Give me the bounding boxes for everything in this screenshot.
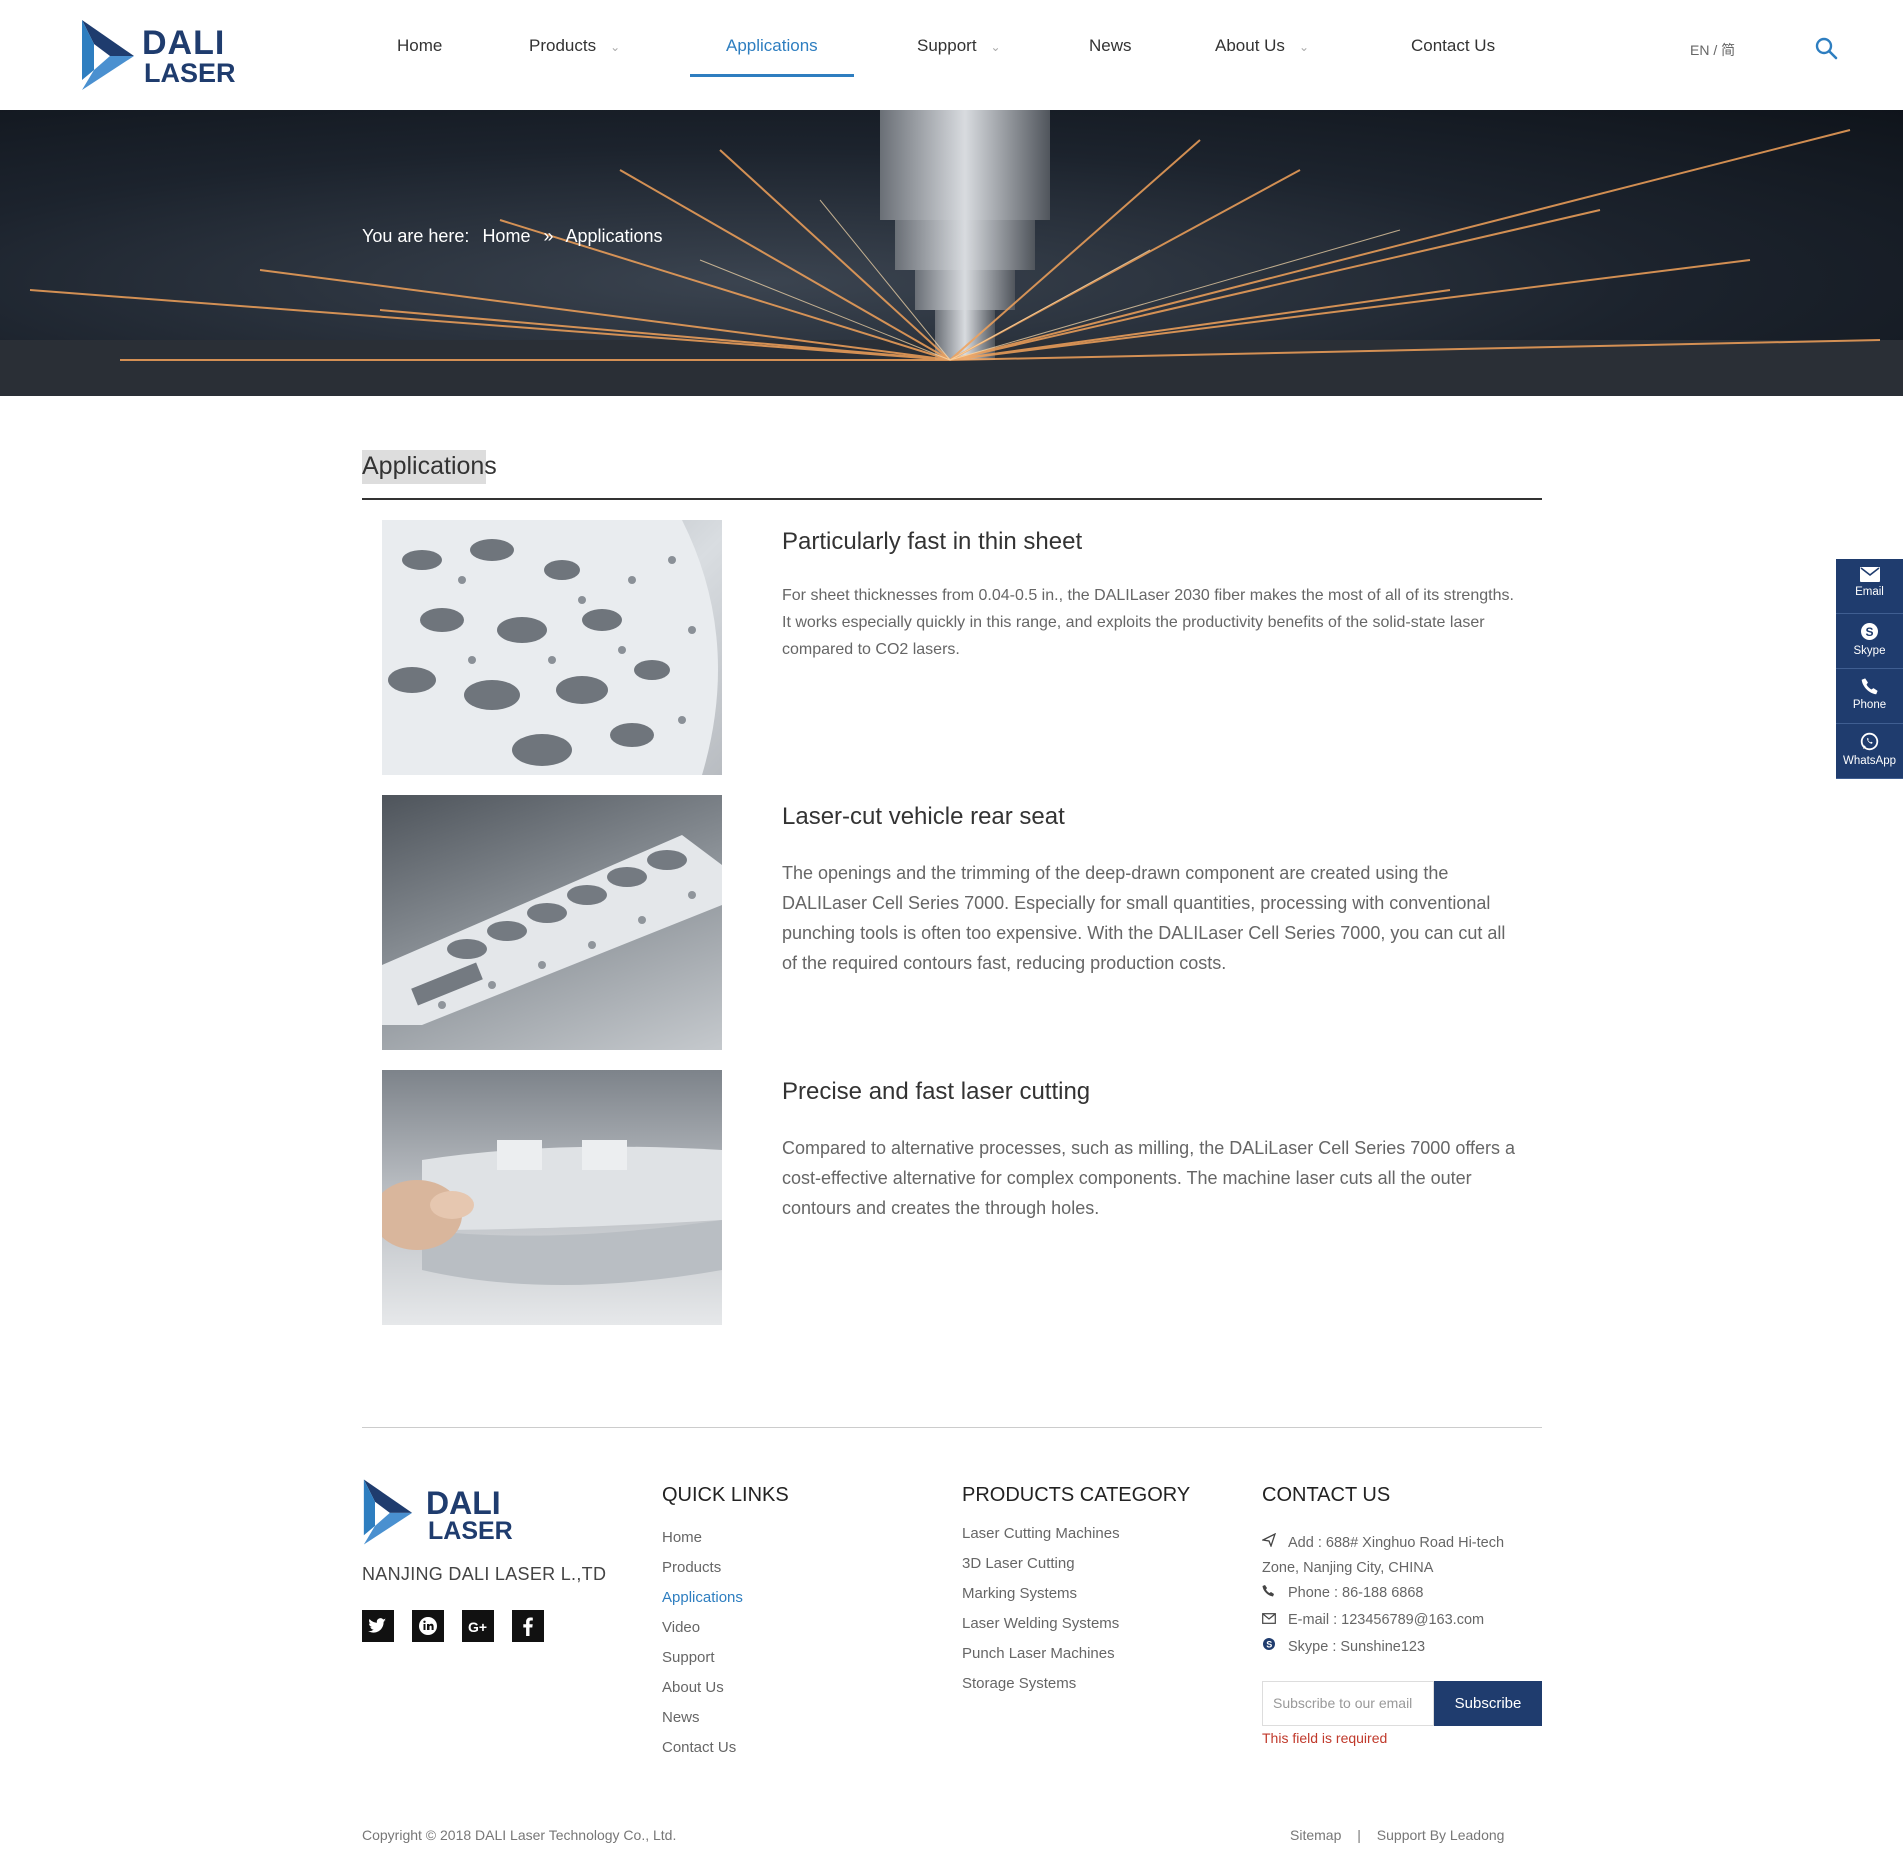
svg-text:S: S	[1866, 625, 1874, 639]
quick-links-heading: QUICK LINKS	[662, 1484, 789, 1506]
skype-icon: S	[1262, 1635, 1280, 1660]
float-skype-label: Skype	[1853, 645, 1886, 657]
link-separator: |	[1357, 1827, 1361, 1843]
facebook-icon[interactable]	[512, 1610, 544, 1642]
svg-text:G+: G+	[468, 1619, 487, 1635]
float-skype-button[interactable]: S Skype	[1836, 614, 1903, 669]
chevron-down-icon: ⌄	[990, 40, 1001, 54]
twitter-icon[interactable]	[362, 1610, 394, 1642]
language-switcher[interactable]: EN / 简	[1690, 40, 1735, 60]
chevron-down-icon: ⌄	[610, 40, 621, 54]
floating-contact-bar: Email S Skype Phone WhatsApp	[1836, 559, 1903, 779]
send-icon	[1260, 1531, 1280, 1556]
page-title: Applications	[362, 452, 497, 480]
mail-icon	[1262, 1608, 1280, 1633]
chevron-down-icon: ⌄	[1298, 40, 1309, 54]
copyright: Copyright © 2018 DALI Laser Technology C…	[362, 1827, 677, 1843]
breadcrumb-current: Applications	[565, 226, 663, 246]
footer-logo[interactable]: DALI LASER	[362, 1475, 513, 1549]
logo-text-line2: LASER	[144, 58, 236, 88]
google-plus-icon[interactable]: G+	[462, 1610, 494, 1642]
sitemap-link[interactable]: Sitemap	[1290, 1827, 1341, 1843]
float-email-label: Email	[1855, 586, 1884, 598]
application-description: Compared to alternative processes, such …	[782, 1138, 1516, 1218]
nav-active-indicator	[690, 74, 854, 77]
contact-us-heading: CONTACT US	[1262, 1484, 1391, 1506]
footer-category-link[interactable]: Laser Welding Systems	[962, 1615, 1119, 1632]
products-category-heading: PRODUCTS CATEGORY	[962, 1484, 1191, 1506]
footer-category-link[interactable]: Punch Laser Machines	[962, 1645, 1115, 1662]
contact-email-text[interactable]: E-mail : 123456789@163.com	[1288, 1612, 1484, 1628]
nav-about-us[interactable]: About Us ⌄	[1215, 36, 1309, 56]
breadcrumb: You are here: Home » Applications	[362, 226, 671, 247]
footer-category-link[interactable]: 3D Laser Cutting	[962, 1555, 1075, 1572]
footer-bottom-links: Sitemap | Support By Leadong	[1290, 1827, 1504, 1843]
footer-link-home[interactable]: Home	[662, 1529, 702, 1546]
footer-category-link[interactable]: Laser Cutting Machines	[962, 1525, 1120, 1542]
breadcrumb-home-link[interactable]: Home	[482, 226, 530, 246]
nav-home[interactable]: Home	[397, 36, 442, 56]
footer-link-contact-us[interactable]: Contact Us	[662, 1739, 736, 1756]
logo-mark-icon	[363, 1479, 413, 1545]
company-name: NANJING DALI LASER L.,TD	[362, 1564, 607, 1584]
contact-address: Add : 688# Xinghuo Road Hi-tech Zone, Na…	[1260, 1531, 1505, 1581]
nav-products[interactable]: Products ⌄	[529, 36, 620, 56]
contact-address-line1: Add : 688# Xinghuo Road Hi-tech	[1288, 1535, 1505, 1551]
banner-sparks-image	[0, 110, 1903, 396]
footer-link-products[interactable]: Products	[662, 1559, 721, 1576]
application-description: The openings and the trimming of the dee…	[782, 863, 1506, 973]
footer-logo-line2: LASER	[428, 1517, 513, 1545]
subscribe-email-input[interactable]: Subscribe to our email	[1262, 1681, 1434, 1726]
svg-text:S: S	[1266, 1640, 1272, 1650]
float-phone-label: Phone	[1852, 699, 1887, 711]
subscribe-error-message: This field is required	[1262, 1730, 1388, 1746]
float-phone-button[interactable]: Phone	[1836, 669, 1903, 724]
contact-skype-text: Skype : Sunshine123	[1288, 1639, 1426, 1655]
phone-icon	[1262, 1581, 1280, 1606]
breadcrumb-prefix: You are here:	[362, 226, 470, 246]
footer-category-link[interactable]: Storage Systems	[962, 1675, 1076, 1692]
application-image-rear-seat	[382, 795, 722, 1050]
float-email-button[interactable]: Email	[1836, 559, 1903, 614]
mail-icon	[1859, 567, 1880, 582]
contact-address-line2: Zone, Nanjing City, CHINA	[1262, 1560, 1434, 1576]
contact-email: E-mail : 123456789@163.com	[1262, 1608, 1484, 1633]
footer-link-applications[interactable]: Applications	[662, 1589, 743, 1606]
footer-category-link[interactable]: Marking Systems	[962, 1585, 1077, 1602]
footer-link-support[interactable]: Support	[662, 1649, 715, 1666]
contact-phone-text: Phone : 86-188 6868	[1288, 1585, 1424, 1601]
title-divider	[362, 498, 1542, 500]
nav-support[interactable]: Support ⌄	[917, 36, 1001, 56]
nav-contact-us[interactable]: Contact Us	[1411, 36, 1495, 56]
subscribe-button[interactable]: Subscribe	[1434, 1681, 1542, 1726]
contact-phone: Phone : 86-188 6868	[1262, 1581, 1423, 1606]
footer-link-video[interactable]: Video	[662, 1619, 700, 1636]
support-by-link[interactable]: Support By Leadong	[1377, 1827, 1505, 1843]
application-title: Particularly fast in thin sheet	[782, 528, 1083, 555]
application-title: Precise and fast laser cutting	[782, 1078, 1091, 1105]
search-icon[interactable]	[1814, 36, 1840, 62]
application-description: For sheet thicknesses from 0.04-0.5 in.,…	[782, 587, 1514, 658]
application-image-precise-cutting	[382, 1070, 722, 1325]
breadcrumb-separator: »	[543, 226, 554, 246]
footer-link-about-us[interactable]: About Us	[662, 1679, 724, 1696]
logo-mark-icon	[82, 20, 134, 90]
skype-icon: S	[1861, 623, 1878, 640]
float-whatsapp-button[interactable]: WhatsApp	[1836, 724, 1903, 779]
site-header: DALI LASER Home Products ⌄ Applications S…	[0, 0, 1903, 110]
footer-divider	[362, 1427, 1542, 1428]
whatsapp-icon	[1860, 732, 1879, 751]
page-banner: You are here: Home » Applications	[0, 110, 1903, 396]
nav-applications[interactable]: Applications	[726, 36, 818, 56]
footer-link-news[interactable]: News	[662, 1709, 700, 1726]
site-logo[interactable]: DALI LASER	[80, 18, 236, 92]
contact-skype: S Skype : Sunshine123	[1262, 1635, 1425, 1660]
phone-icon	[1861, 678, 1878, 695]
nav-news[interactable]: News	[1089, 36, 1132, 56]
float-whatsapp-label: WhatsApp	[1842, 755, 1897, 767]
linkedin-icon[interactable]	[412, 1610, 444, 1642]
application-title: Laser-cut vehicle rear seat	[782, 803, 1065, 830]
application-image-thin-sheet	[382, 520, 722, 775]
